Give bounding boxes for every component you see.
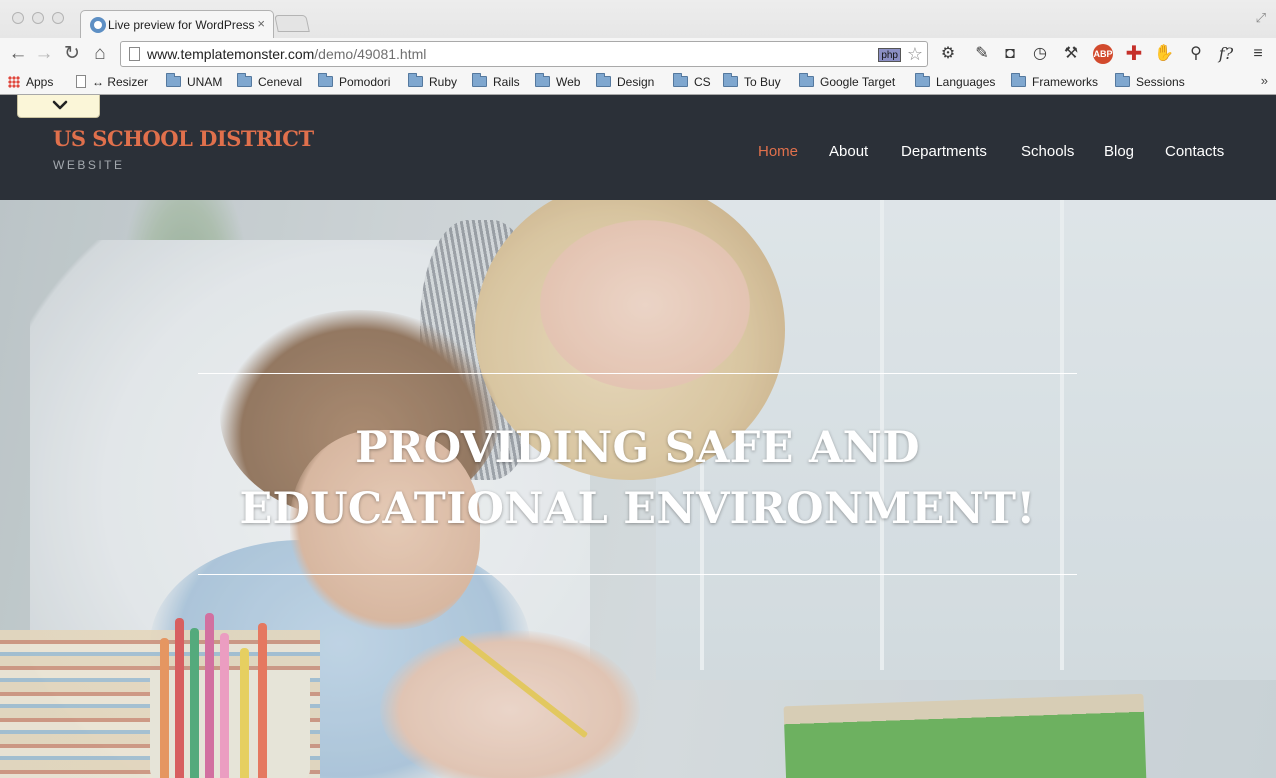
bookmark-star-icon[interactable]: ☆: [907, 44, 923, 65]
bookmark-label: CS: [694, 75, 711, 89]
folder-icon: [596, 73, 611, 88]
address-bar[interactable]: www.templatemonster.com/demo/49081.html …: [120, 41, 928, 67]
bookmark-ceneval[interactable]: Ceneval: [237, 73, 302, 91]
site-logo-title[interactable]: US SCHOOL DISTRICT: [53, 126, 314, 151]
headline-bottom-rule: [198, 574, 1077, 575]
nav-schools[interactable]: Schools: [1021, 143, 1074, 160]
home-icon[interactable]: ⌂: [87, 41, 113, 67]
bookmark-frameworks[interactable]: Frameworks: [1011, 73, 1098, 91]
fquery-icon[interactable]: f?: [1214, 42, 1238, 66]
close-window-button[interactable]: [12, 12, 24, 24]
bookmark-ruby[interactable]: Ruby: [408, 73, 457, 91]
bookmark-apps[interactable]: Apps: [8, 73, 53, 91]
url-domain: www.templatemonster.com: [147, 46, 315, 62]
bookmark-label: Google Target: [820, 75, 896, 89]
folder-icon: [472, 73, 487, 88]
page-icon: [129, 47, 140, 61]
pocket-icon[interactable]: ◘: [998, 42, 1022, 66]
bookmark-label: To Buy: [744, 75, 781, 89]
bookmark-label: Rails: [493, 75, 520, 89]
tab-close-icon[interactable]: ×: [257, 16, 265, 31]
tab-title: Live preview for WordPress: [108, 18, 254, 32]
inspector-icon[interactable]: ⚲: [1184, 42, 1208, 66]
bookmark-unam[interactable]: UNAM: [166, 73, 222, 91]
bookmark-to-buy[interactable]: To Buy: [723, 73, 781, 91]
folder-icon: [408, 73, 423, 88]
demo-panel-toggle[interactable]: [17, 95, 100, 118]
bookmarks-bar: Apps ↔ Resizer UNAM Ceneval Pomodori Rub…: [0, 70, 1276, 94]
bookmark-label: Ruby: [429, 75, 458, 89]
bookmark-label: Web: [556, 75, 581, 89]
apps-grid-icon: [8, 75, 20, 88]
browser-toolbar: ← → ↻ ⌂ www.templatemonster.com/demo/490…: [0, 38, 1276, 70]
reload-icon[interactable]: ↻: [59, 41, 85, 67]
folder-icon: [237, 73, 252, 88]
minimize-window-button[interactable]: [32, 12, 44, 24]
folder-icon: [673, 73, 688, 88]
adblock-icon[interactable]: ABP: [1093, 44, 1113, 64]
bookmarks-overflow-chevron-icon[interactable]: »: [1261, 73, 1268, 88]
bookmark-label: Apps: [26, 75, 54, 89]
browser-chrome: Live preview for WordPress × ⤢ ← → ↻ ⌂ w…: [0, 0, 1276, 95]
zoom-window-button[interactable]: [52, 12, 64, 24]
headline-top-rule: [198, 373, 1077, 374]
bookmark-design[interactable]: Design: [596, 73, 654, 91]
eyedropper-icon[interactable]: ✎: [970, 42, 994, 66]
bookmark-resizer[interactable]: ↔ Resizer: [76, 73, 148, 91]
settings-gear-icon[interactable]: ⚙: [936, 42, 960, 66]
bookmark-languages[interactable]: Languages: [915, 73, 995, 91]
bookmark-label: Languages: [936, 75, 996, 89]
folder-icon: [723, 73, 738, 88]
nav-contacts[interactable]: Contacts: [1165, 143, 1224, 160]
bookmark-label: ↔ Resizer: [92, 75, 149, 89]
evernote-icon[interactable]: ✋: [1152, 42, 1176, 66]
wrench-icon[interactable]: ⚒: [1059, 42, 1083, 66]
site-logo-subtitle: WEBSITE: [53, 158, 125, 172]
bookmark-label: Pomodori: [339, 75, 391, 89]
forward-arrow-icon[interactable]: →: [31, 41, 57, 67]
fullscreen-icon[interactable]: ⤢: [1256, 10, 1266, 26]
bookmark-sessions[interactable]: Sessions: [1115, 73, 1185, 91]
menu-icon[interactable]: ≡: [1246, 42, 1270, 66]
folder-icon: [915, 73, 930, 88]
timer-icon[interactable]: ◷: [1028, 42, 1052, 66]
folder-icon: [535, 73, 550, 88]
tab-strip: Live preview for WordPress × ⤢: [0, 0, 1276, 38]
nav-about[interactable]: About: [829, 143, 868, 160]
nav-departments[interactable]: Departments: [901, 143, 987, 160]
web-page: US SCHOOL DISTRICT WEBSITE Home About De…: [0, 95, 1276, 778]
bookmark-rails[interactable]: Rails: [472, 73, 520, 91]
browser-tab[interactable]: Live preview for WordPress ×: [80, 10, 274, 38]
url-path: /demo/49081.html: [314, 46, 427, 62]
folder-icon: [799, 73, 814, 88]
folder-icon: [1011, 73, 1026, 88]
chevron-down-icon: [52, 100, 68, 110]
new-tab-button[interactable]: [274, 15, 310, 32]
bookmark-cs[interactable]: CS: [673, 73, 711, 91]
bookmark-google-target[interactable]: Google Target: [799, 73, 895, 91]
nav-blog[interactable]: Blog: [1104, 143, 1134, 160]
php-badge-icon[interactable]: php: [878, 48, 901, 62]
hero-banner: PROVIDING SAFE AND EDUCATIONAL ENVIRONME…: [0, 200, 1276, 778]
folder-icon: [1115, 73, 1130, 88]
back-arrow-icon[interactable]: ←: [5, 41, 31, 67]
page-icon: [76, 75, 86, 89]
bookmark-label: Ceneval: [258, 75, 303, 89]
site-header: US SCHOOL DISTRICT WEBSITE Home About De…: [0, 95, 1276, 200]
bookmark-label: Frameworks: [1032, 75, 1099, 89]
folder-icon: [318, 73, 333, 88]
nav-home[interactable]: Home: [758, 143, 798, 160]
folder-icon: [166, 73, 181, 88]
bookmark-label: Sessions: [1136, 75, 1185, 89]
bookmark-web[interactable]: Web: [535, 73, 580, 91]
bookmark-pomodori[interactable]: Pomodori: [318, 73, 390, 91]
first-aid-icon[interactable]: ✚: [1122, 42, 1146, 66]
bookmark-label: Design: [617, 75, 655, 89]
hero-headline: PROVIDING SAFE AND EDUCATIONAL ENVIRONME…: [239, 423, 1036, 534]
templatemonster-favicon-icon: [90, 17, 106, 33]
bookmark-label: UNAM: [187, 75, 223, 89]
url-text[interactable]: www.templatemonster.com/demo/49081.html: [147, 46, 426, 62]
